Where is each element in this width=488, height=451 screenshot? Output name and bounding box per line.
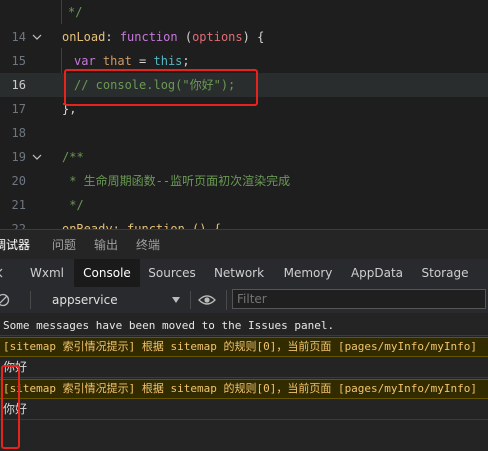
code-editor[interactable]: */ 14 onLoad: function (options) { 15 va… <box>0 0 488 229</box>
line-number: 14 <box>11 30 26 44</box>
code-text: * 生命周期函数--监听页面初次渲染完成 <box>62 174 291 188</box>
divider <box>226 290 227 310</box>
line-number: 22 <box>11 222 26 229</box>
console-message-log: 你好 <box>0 357 488 378</box>
line-number: 16 <box>11 78 26 92</box>
clear-console-icon[interactable] <box>0 293 10 307</box>
code-text: */ <box>62 198 84 212</box>
tab-output[interactable]: 输出 <box>94 230 118 260</box>
console-toolbar: appservice <box>0 287 488 314</box>
eye-icon[interactable] <box>198 294 216 306</box>
tab-memory[interactable]: Memory <box>278 259 338 287</box>
line-number: 15 <box>11 54 26 68</box>
line-number: 20 <box>11 174 26 188</box>
code-text: onLoad: function (options) { <box>62 30 265 44</box>
context-selector-value: appservice <box>52 293 118 307</box>
console-message-warning: [sitemap 索引情况提示] 根据 sitemap 的规则[0]，当前页面 … <box>0 337 488 357</box>
tab-console[interactable]: Console <box>74 259 140 287</box>
tab-issues[interactable]: 问题 <box>52 230 76 260</box>
console-output[interactable]: Some messages have been moved to the Iss… <box>0 313 488 451</box>
code-line[interactable]: 19 /** <box>0 145 488 169</box>
code-text: onReady: function () { <box>62 222 221 229</box>
line-number: 18 <box>11 126 26 140</box>
tab-wxml[interactable]: Wxml <box>22 259 72 287</box>
console-message-warning: [sitemap 索引情况提示] 根据 sitemap 的规则[0]，当前页面 … <box>0 379 488 399</box>
fold-chevron-down-icon[interactable] <box>32 32 42 42</box>
divider <box>190 291 191 309</box>
panel-scroll-left-icon[interactable] <box>0 259 10 287</box>
dropdown-arrow-icon <box>172 297 180 303</box>
code-line[interactable]: 18 <box>0 121 488 145</box>
code-line[interactable]: 20 * 生命周期函数--监听页面初次渲染完成 <box>0 169 488 193</box>
highlight-box <box>64 69 258 106</box>
bottom-panel-tabs: 调试器 问题 输出 终端 <box>0 229 488 260</box>
code-text: /** <box>62 150 84 164</box>
code-line[interactable]: */ <box>0 0 488 24</box>
code-line[interactable]: 22 onReady: function () { <box>0 217 488 229</box>
console-message-log: 你好 <box>0 399 488 420</box>
divider <box>30 291 31 309</box>
console-filter-input[interactable] <box>232 289 486 309</box>
fold-chevron-down-icon[interactable] <box>32 152 42 162</box>
line-number: 17 <box>11 102 26 116</box>
console-message-info: Some messages have been moved to the Iss… <box>0 317 488 336</box>
tab-sources[interactable]: Sources <box>142 259 202 287</box>
line-number: 21 <box>11 198 26 212</box>
highlight-box <box>1 365 20 449</box>
context-selector[interactable]: appservice <box>40 287 188 313</box>
tab-network[interactable]: Network <box>208 259 270 287</box>
devtools-panel-tabs: Wxml Console Sources Network Memory AppD… <box>0 259 488 288</box>
tab-storage[interactable]: Storage <box>416 259 474 287</box>
line-number: 19 <box>11 150 26 164</box>
code-line[interactable]: 21 */ <box>0 193 488 217</box>
code-line[interactable]: 14 onLoad: function (options) { <box>0 25 488 49</box>
tab-debugger[interactable]: 调试器 <box>0 230 34 260</box>
code-text: */ <box>68 5 83 19</box>
tab-terminal[interactable]: 终端 <box>136 230 160 260</box>
tab-appdata[interactable]: AppData <box>346 259 408 287</box>
devtools-panel: 调试器 问题 输出 终端 Wxml Console Sources Networ… <box>0 229 488 451</box>
